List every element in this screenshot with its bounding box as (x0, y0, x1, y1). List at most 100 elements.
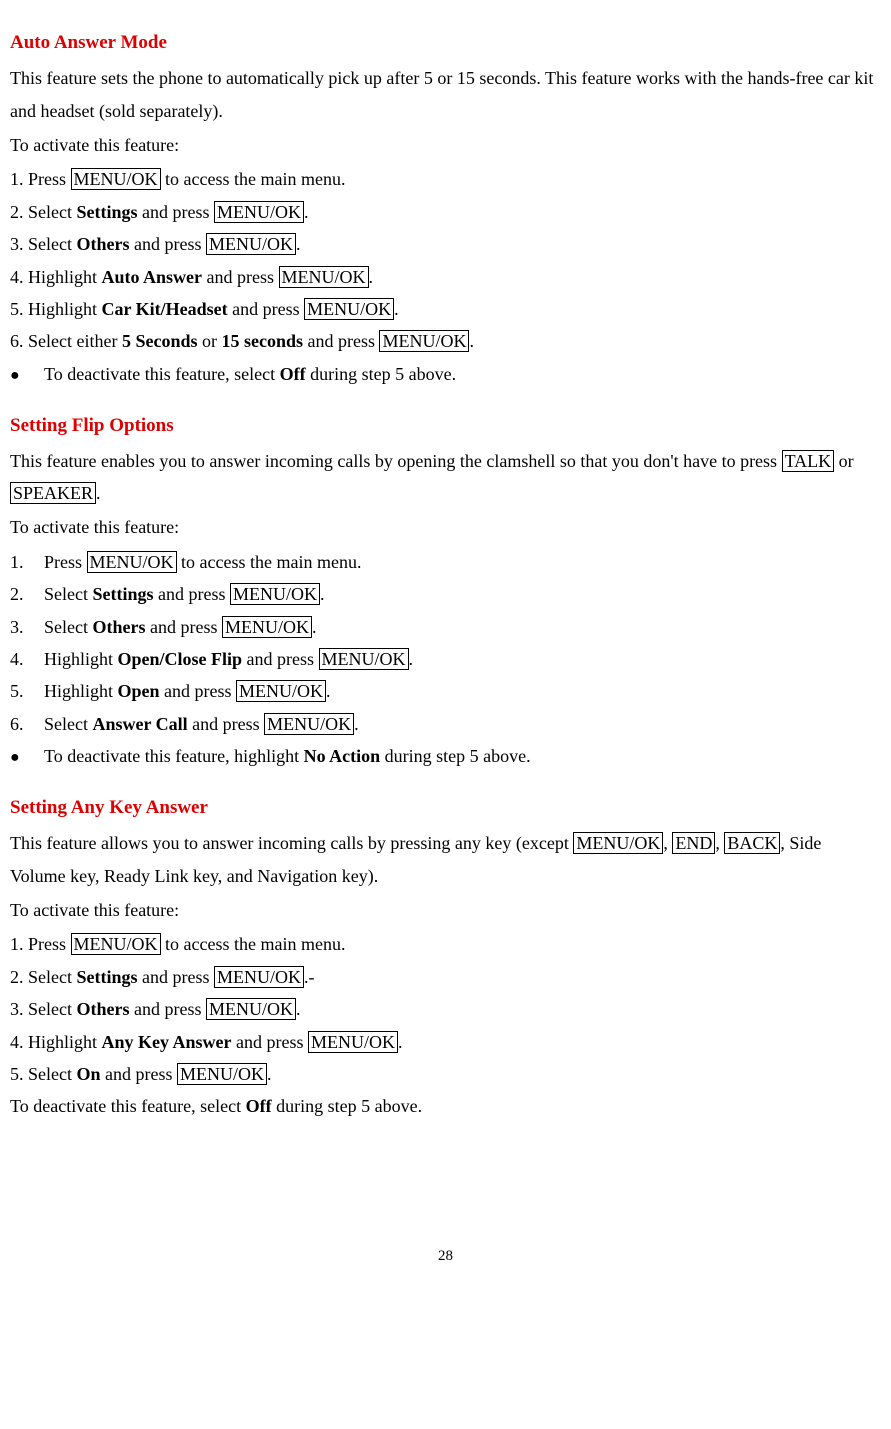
text: and press (232, 1032, 308, 1052)
list-item: 3. Select Others and press MENU/OK. (10, 993, 881, 1025)
text: , (663, 833, 672, 853)
bold-text: Auto Answer (102, 267, 203, 287)
text: To deactivate this feature, select (44, 364, 280, 384)
bullet-item: ●To deactivate this feature, highlight N… (10, 740, 881, 773)
text: To deactivate this feature, highlight (44, 746, 304, 766)
section-heading: Setting Any Key Answer (10, 791, 881, 825)
text: . (296, 234, 301, 254)
text: Select (44, 714, 92, 734)
key-label: BACK (724, 832, 780, 854)
text: 2. Select (10, 967, 76, 987)
bold-text: Open/Close Flip (118, 649, 243, 669)
text: 6. Select either (10, 331, 122, 351)
list-item: 3.Select Others and press MENU/OK. (10, 611, 881, 643)
text: . (409, 649, 414, 669)
list-number: 3. (10, 611, 44, 643)
key-label: MENU/OK (87, 551, 177, 573)
list-number: 1. (10, 546, 44, 578)
list-number: 4. (10, 643, 44, 675)
bold-text: Others (76, 999, 129, 1019)
paragraph: To activate this feature: (10, 511, 881, 543)
key-label: MENU/OK (379, 330, 469, 352)
key-label: MENU/OK (573, 832, 663, 854)
text: . (96, 483, 101, 503)
list-item: 6. Select either 5 Seconds or 15 seconds… (10, 325, 881, 357)
key-label: MENU/OK (206, 233, 296, 255)
text: and press (138, 202, 214, 222)
text: and press (202, 267, 278, 287)
key-label: MENU/OK (222, 616, 312, 638)
paragraph: To activate this feature: (10, 894, 881, 926)
list-item: 4.Highlight Open/Close Flip and press ME… (10, 643, 881, 675)
text: and press (129, 234, 205, 254)
text: . (369, 267, 374, 287)
text: 2. Select (10, 202, 76, 222)
paragraph: This feature enables you to answer incom… (10, 445, 881, 510)
list-item: 6.Select Answer Call and press MENU/OK. (10, 708, 881, 740)
text: . (296, 999, 301, 1019)
text: during step 5 above. (306, 364, 456, 384)
bold-text: Settings (76, 967, 137, 987)
key-label: MENU/OK (264, 713, 354, 735)
text: . (304, 202, 309, 222)
bullet-item: ●To deactivate this feature, select Off … (10, 358, 881, 391)
text: to access the main menu. (161, 169, 346, 189)
key-label: SPEAKER (10, 482, 96, 504)
text: 1. Press (10, 934, 71, 954)
key-label: MENU/OK (206, 998, 296, 1020)
list-item: 5.Highlight Open and press MENU/OK. (10, 675, 881, 707)
list-item: 3. Select Others and press MENU/OK. (10, 228, 881, 260)
section-heading: Auto Answer Mode (10, 26, 881, 60)
bold-text: Answer Call (92, 714, 187, 734)
text: 4. Highlight (10, 1032, 102, 1052)
list-item: 5. Highlight Car Kit/Headset and press M… (10, 293, 881, 325)
text: and press (145, 617, 221, 637)
paragraph: To deactivate this feature, select Off d… (10, 1090, 881, 1122)
text: To deactivate this feature, select (10, 1096, 246, 1116)
key-label: MENU/OK (279, 266, 369, 288)
bullet-icon: ● (10, 362, 44, 391)
key-label: MENU/OK (236, 680, 326, 702)
key-label: MENU/OK (214, 966, 304, 988)
key-label: MENU/OK (177, 1063, 267, 1085)
key-label: TALK (782, 450, 835, 472)
text: , (715, 833, 724, 853)
bullet-icon: ● (10, 744, 44, 773)
list-number: 2. (10, 578, 44, 610)
text: .- (304, 967, 315, 987)
bold-text: Others (92, 617, 145, 637)
text: or (834, 451, 854, 471)
text: and press (129, 999, 205, 1019)
text: This feature enables you to answer incom… (10, 451, 782, 471)
text: and press (303, 331, 379, 351)
key-label: END (672, 832, 715, 854)
section-heading: Setting Flip Options (10, 409, 881, 443)
text: to access the main menu. (161, 934, 346, 954)
list-number: 5. (10, 675, 44, 707)
list-item: 2. Select Settings and press MENU/OK.- (10, 961, 881, 993)
key-label: MENU/OK (230, 583, 320, 605)
text: . (320, 584, 325, 604)
text: . (354, 714, 359, 734)
text: to access the main menu. (177, 552, 362, 572)
text: 1. Press (10, 169, 71, 189)
text: Press (44, 552, 87, 572)
list-item: 1.Press MENU/OK to access the main menu. (10, 546, 881, 578)
text: This feature allows you to answer incomi… (10, 833, 573, 853)
paragraph: This feature allows you to answer incomi… (10, 827, 881, 892)
list-item: 1. Press MENU/OK to access the main menu… (10, 163, 881, 195)
key-label: MENU/OK (214, 201, 304, 223)
bold-text: Others (76, 234, 129, 254)
bold-text: On (76, 1064, 100, 1084)
text: and press (154, 584, 230, 604)
list-item: 4. Highlight Auto Answer and press MENU/… (10, 261, 881, 293)
text: 3. Select (10, 999, 76, 1019)
bold-text: 5 Seconds (122, 331, 198, 351)
text: Highlight (44, 649, 118, 669)
bold-text: 15 seconds (221, 331, 303, 351)
text: during step 5 above. (272, 1096, 422, 1116)
text: 5. Select (10, 1064, 76, 1084)
text: . (394, 299, 399, 319)
key-label: MENU/OK (304, 298, 394, 320)
bold-text: Any Key Answer (102, 1032, 232, 1052)
